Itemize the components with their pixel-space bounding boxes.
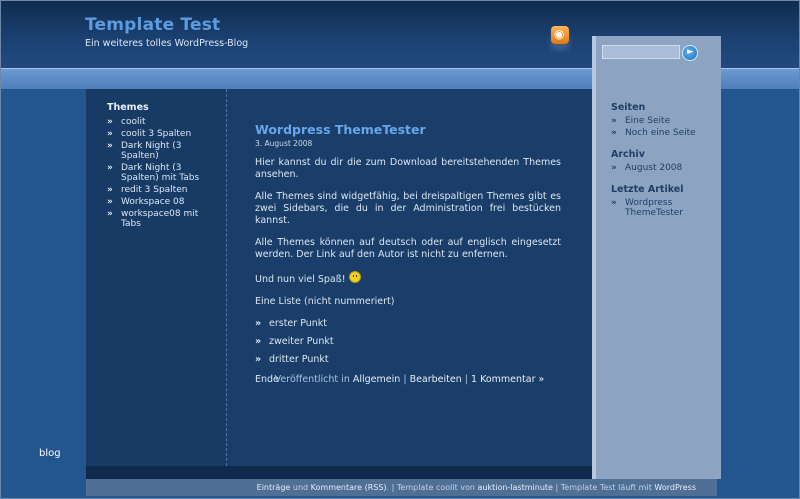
bullet-icon: » — [611, 163, 617, 173]
column-divider — [226, 89, 227, 466]
bullet-icon: » — [255, 336, 262, 347]
list-item: » erster Punkt — [255, 318, 328, 329]
post-meta: Veröffentlicht in Allgemein | Bearbeiten… — [274, 374, 545, 385]
author-link[interactable]: auktion-lastminute — [478, 483, 553, 492]
recent-post-link[interactable]: » Wordpress ThemeTester — [611, 198, 711, 218]
themes-heading: Themes — [107, 102, 149, 113]
arrow-right-icon: ► — [687, 47, 694, 57]
bullet-icon: » — [107, 197, 113, 207]
post-date: 3. August 2008 — [255, 139, 313, 148]
search-submit-button[interactable]: ► — [682, 45, 698, 61]
page-link[interactable]: » Noch eine Seite — [611, 128, 711, 138]
post-title[interactable]: Wordpress ThemeTester — [255, 122, 426, 137]
category-link[interactable]: Allgemein — [353, 374, 400, 385]
theme-item[interactable]: » coolit — [107, 117, 217, 127]
right-sidebar: Seiten » Eine Seite » Noch eine Seite Arch… — [611, 102, 711, 229]
smiley-icon — [348, 271, 361, 283]
edit-link[interactable]: Bearbeiten — [410, 374, 462, 385]
theme-item[interactable]: » Dark Night (3 Spalten) mit Tabs — [107, 163, 217, 183]
post-paragraph: Und nun viel Spaß! — [255, 271, 561, 286]
bullet-icon: » — [611, 116, 617, 126]
theme-item[interactable]: » Dark Night (3 Spalten) — [107, 141, 217, 161]
theme-item[interactable]: » coolit 3 Spalten — [107, 129, 217, 139]
recent-posts-list: » Wordpress ThemeTester — [611, 198, 711, 218]
pages-list: » Eine Seite » Noch eine Seite — [611, 116, 711, 138]
post-paragraph: Hier kannst du dir die zum Download bere… — [255, 157, 561, 180]
theme-item[interactable]: » workspace08 mit Tabs — [107, 209, 217, 229]
archive-heading: Archiv — [611, 149, 645, 160]
archive-list: » August 2008 — [611, 163, 711, 173]
site-title[interactable]: Template Test — [85, 15, 220, 35]
page-frame: Template Test Ein weiteres tolles WordPr… — [0, 0, 800, 499]
archive-link[interactable]: » August 2008 — [611, 163, 711, 173]
bullet-icon: » — [107, 163, 113, 173]
post-paragraph: Alle Themes können auf deutsch oder auf … — [255, 237, 561, 260]
theme-item[interactable]: » Workspace 08 — [107, 197, 217, 207]
comments-rss-link[interactable]: Kommentare (RSS) — [311, 483, 387, 492]
bullet-icon: » — [107, 141, 113, 151]
themes-list: » coolit » coolit 3 Spalten » Dark Night (3… — [107, 117, 217, 229]
rss-feed-icon[interactable]: ◉ — [551, 26, 569, 44]
list-item: » zweiter Punkt — [255, 336, 334, 347]
bullet-icon: » — [107, 117, 113, 127]
recent-posts-heading: Letzte Artikel — [611, 184, 684, 195]
bullet-icon: » — [255, 318, 262, 329]
search-input[interactable] — [602, 45, 680, 59]
post-body: Hier kannst du dir die zum Download bere… — [255, 157, 561, 396]
bullet-icon: » — [107, 129, 113, 139]
theme-item[interactable]: » redit 3 Spalten — [107, 185, 217, 195]
pages-heading: Seiten — [611, 102, 646, 113]
post-list: » erster Punkt » zweiter Punkt » dritter Pu… — [255, 318, 561, 366]
list-item: » dritter Punkt — [255, 354, 329, 365]
post-paragraph: Alle Themes sind widgetfähig, bei dreisp… — [255, 191, 561, 226]
bullet-icon: » — [255, 354, 262, 365]
site-footer: Einträge und Kommentare (RSS). | Templat… — [86, 479, 717, 496]
entries-rss-link[interactable]: Einträge — [257, 483, 291, 492]
comments-link[interactable]: 1 Kommentar » — [471, 374, 544, 385]
bullet-icon: » — [611, 198, 617, 208]
blog-label: blog — [39, 448, 61, 459]
wordpress-link[interactable]: WordPress — [654, 483, 696, 492]
bullet-icon: » — [611, 128, 617, 138]
page-link[interactable]: » Eine Seite — [611, 116, 711, 126]
bullet-icon: » — [107, 185, 113, 195]
content-bottom-bar — [86, 466, 592, 479]
list-intro: Eine Liste (nicht nummeriert) — [255, 296, 395, 307]
bullet-icon: » — [107, 209, 113, 219]
left-sidebar: Themes » coolit » coolit 3 Spalten » Dark N… — [86, 89, 226, 466]
site-tagline: Ein weiteres tolles WordPress-Blog — [85, 38, 249, 49]
